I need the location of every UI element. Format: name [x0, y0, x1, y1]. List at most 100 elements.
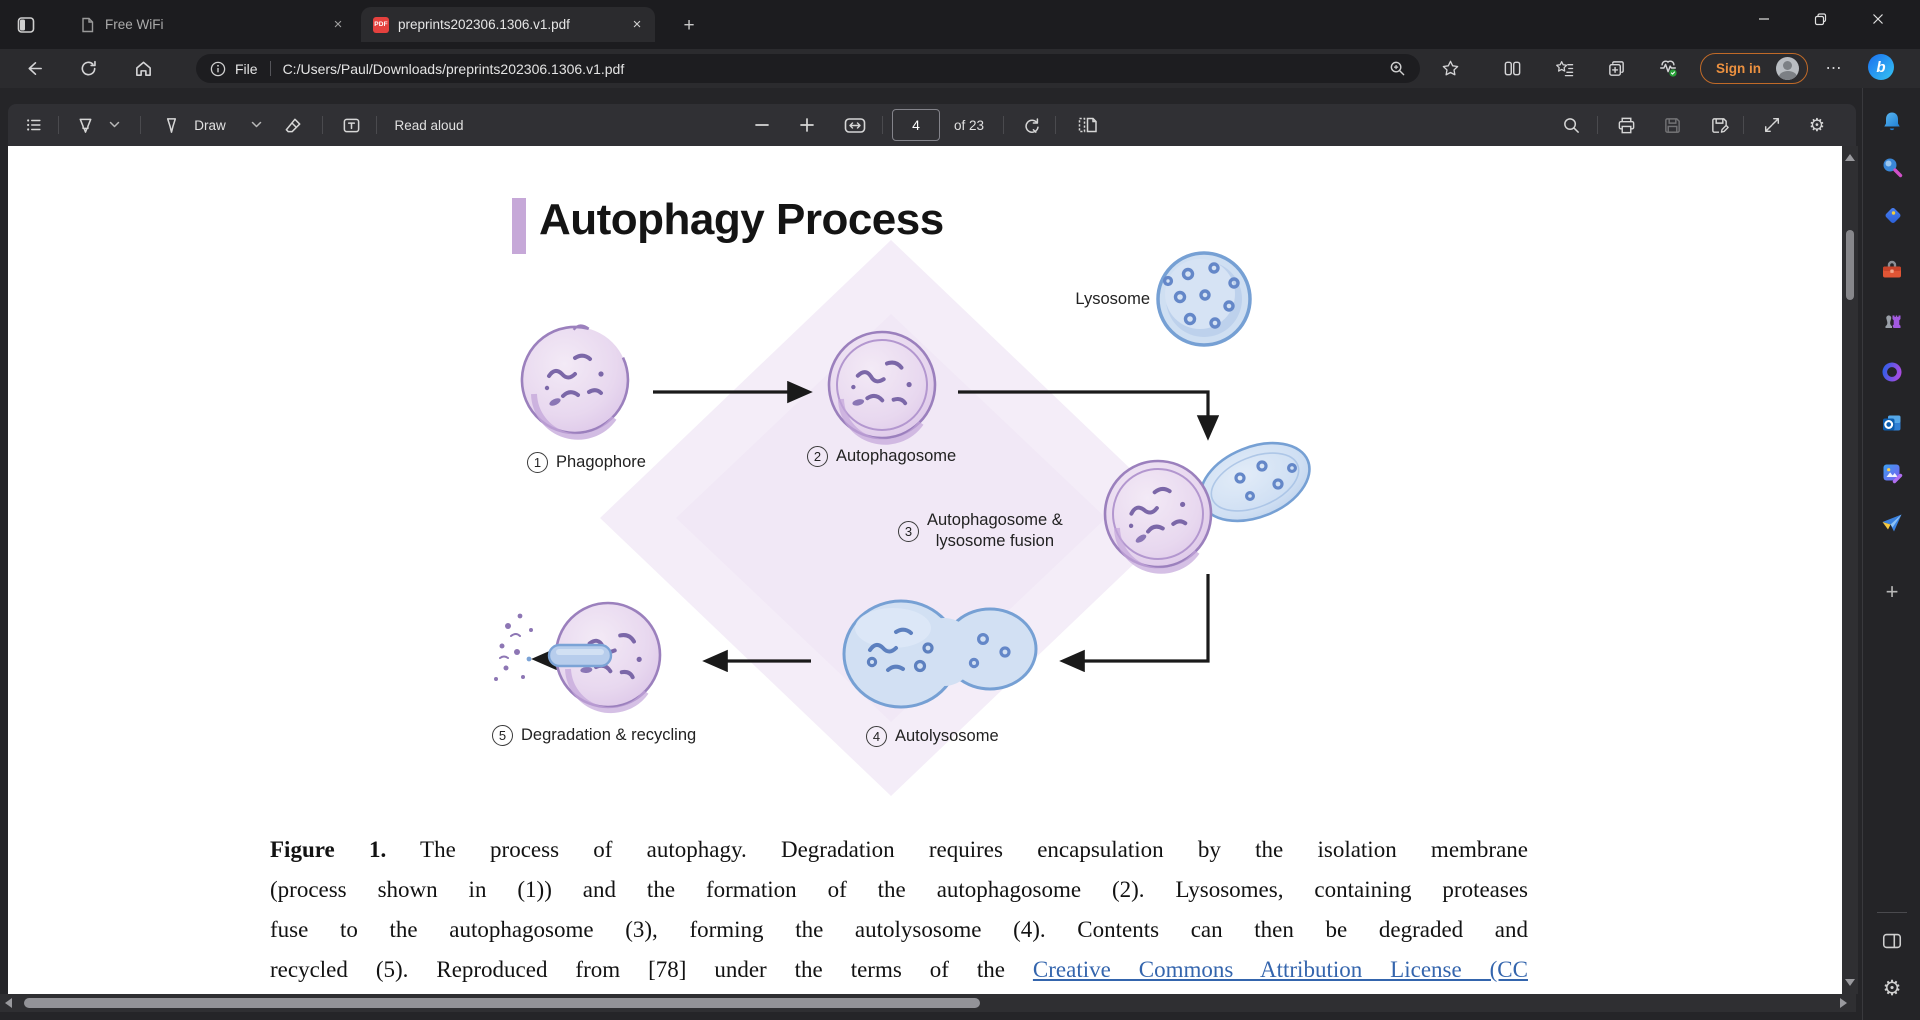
rotate-button[interactable]	[1016, 104, 1046, 146]
sidebar-settings-button[interactable]: ⚙	[1879, 975, 1905, 1001]
notifications-button[interactable]	[1879, 109, 1905, 135]
figure-caption: Figure 1. The process of autophagy. Degr…	[270, 830, 1528, 990]
pdf-file-icon: PDF	[373, 16, 389, 33]
close-icon[interactable]: ×	[329, 16, 347, 34]
minus-icon	[755, 124, 769, 126]
browser-essentials-button[interactable]	[1654, 54, 1682, 82]
cc-license-link[interactable]: Creative Commons Attribution License (CC	[1033, 957, 1528, 982]
step-number: 3	[898, 520, 919, 542]
caption-line-3: fuse to the autophagosome (3), forming t…	[270, 917, 1528, 942]
print-button[interactable]	[1610, 104, 1642, 146]
edge-sidebar: + ⚙	[1862, 88, 1920, 1020]
page-view-button[interactable]	[1070, 104, 1104, 146]
lysosome-cell	[1156, 251, 1252, 347]
step-label-autolysosome: 4 Autolysosome	[866, 726, 999, 747]
scroll-up-icon[interactable]	[1845, 154, 1855, 161]
tab-pdf[interactable]: PDF preprints202306.1306.v1.pdf ×	[361, 7, 655, 42]
pdf-viewer: Draw Read aloud 4 of 23 ⚙ Autophagy Proc…	[0, 88, 1862, 1020]
refresh-button[interactable]	[74, 54, 102, 82]
home-icon	[135, 61, 151, 76]
read-aloud-button[interactable]: Read aloud	[390, 104, 468, 146]
autolysosome-cell	[842, 599, 1038, 709]
tools-button[interactable]	[1879, 257, 1905, 283]
draw-label[interactable]: Draw	[188, 104, 232, 146]
drop-button[interactable]	[1879, 510, 1905, 536]
page-number-input[interactable]	[892, 109, 940, 141]
shopping-tag-icon	[1885, 208, 1901, 223]
text-box-icon	[343, 118, 359, 132]
favorites-list-button[interactable]	[1550, 54, 1578, 82]
vertical-scroll-thumb[interactable]	[1846, 230, 1854, 300]
minimize-button[interactable]	[1735, 0, 1792, 38]
bell-icon	[1884, 112, 1900, 131]
page-view-icon	[1078, 117, 1097, 133]
horizontal-scrollbar[interactable]	[0, 994, 1856, 1012]
home-button[interactable]	[129, 54, 157, 82]
tab-bar: Free WiFi × PDF preprints202306.1306.v1.…	[0, 0, 1920, 49]
avatar	[1776, 57, 1799, 80]
workspaces-icon[interactable]	[14, 13, 38, 37]
pen-icon	[166, 117, 176, 133]
close-window-button[interactable]	[1849, 0, 1906, 38]
star-icon	[1442, 60, 1458, 75]
info-icon[interactable]	[210, 61, 226, 77]
scroll-left-icon[interactable]	[5, 998, 12, 1008]
close-icon[interactable]: ×	[628, 16, 646, 34]
collections-button[interactable]	[1602, 54, 1630, 82]
outlook-icon	[1883, 415, 1901, 431]
microsoft-365-icon	[1882, 362, 1902, 382]
collections-icon	[1608, 60, 1624, 76]
add-text-button[interactable]	[336, 104, 366, 146]
step-number: 5	[492, 725, 513, 746]
scroll-down-icon[interactable]	[1845, 979, 1855, 986]
bing-copilot-icon[interactable]: b	[1868, 54, 1894, 80]
rotate-icon	[1024, 117, 1039, 133]
favorites-list-icon	[1555, 60, 1573, 76]
pdf-settings-button[interactable]: ⚙	[1802, 104, 1832, 146]
games-button[interactable]	[1879, 307, 1905, 333]
pdf-toolbar: Draw Read aloud 4 of 23 ⚙	[8, 104, 1856, 146]
outlook-button[interactable]	[1879, 410, 1905, 436]
draw-options-button[interactable]	[244, 104, 268, 146]
zoom-out-button[interactable]	[748, 104, 776, 146]
save-icon	[1664, 117, 1680, 133]
fullscreen-button[interactable]	[1757, 104, 1787, 146]
sidebar-panel-button[interactable]	[1879, 928, 1905, 954]
fit-to-width-button[interactable]	[839, 104, 871, 146]
sign-in-button[interactable]: Sign in	[1700, 53, 1808, 84]
horizontal-scroll-thumb[interactable]	[24, 998, 980, 1008]
step-label-autophagosome: 2 Autophagosome	[807, 446, 956, 467]
sidebar-panel-icon	[1882, 933, 1902, 949]
more-menu-button[interactable]: ⋯	[1820, 54, 1848, 82]
sidebar-search-button[interactable]	[1879, 154, 1905, 180]
back-button[interactable]	[20, 54, 48, 82]
expand-icon	[1764, 117, 1780, 133]
favorite-star-button[interactable]	[1436, 54, 1464, 82]
designer-button[interactable]	[1879, 460, 1905, 486]
microsoft-365-button[interactable]	[1879, 359, 1905, 385]
highlight-options-button[interactable]	[102, 104, 126, 146]
close-icon	[1872, 14, 1883, 24]
fusion-cell	[1103, 441, 1311, 574]
tab-free-wifi[interactable]: Free WiFi ×	[66, 7, 356, 42]
shopping-button[interactable]	[1879, 205, 1905, 231]
paper-plane-icon	[1882, 514, 1902, 532]
new-tab-button[interactable]: +	[676, 13, 702, 39]
step-number: 1	[527, 452, 548, 473]
save-button[interactable]	[1656, 104, 1688, 146]
split-screen-button[interactable]	[1498, 54, 1526, 82]
draw-button[interactable]	[156, 104, 186, 146]
save-as-button[interactable]	[1703, 104, 1735, 146]
scroll-right-icon[interactable]	[1840, 998, 1847, 1008]
address-field[interactable]: File C:/Users/Paul/Downloads/preprints20…	[196, 54, 1420, 83]
zoom-page-icon[interactable]	[1389, 60, 1406, 77]
vertical-scrollbar[interactable]	[1842, 146, 1858, 994]
step-number: 2	[807, 446, 828, 467]
highlight-button[interactable]	[70, 104, 100, 146]
zoom-in-button[interactable]	[793, 104, 821, 146]
erase-button[interactable]	[278, 104, 308, 146]
toc-menu-button[interactable]	[20, 104, 48, 146]
restore-button[interactable]	[1792, 0, 1849, 38]
search-document-button[interactable]	[1556, 104, 1586, 146]
add-sidebar-item-button[interactable]: +	[1879, 579, 1905, 605]
